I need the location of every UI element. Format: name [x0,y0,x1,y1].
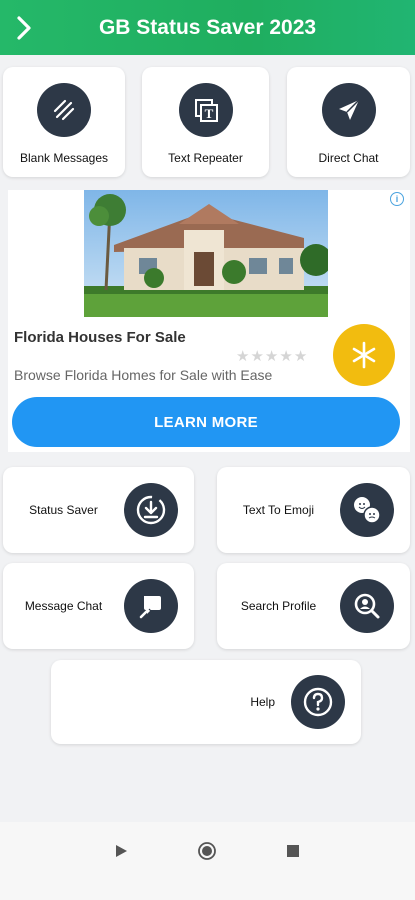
help-card[interactable]: Help [51,660,361,744]
star-icon: ★ [250,348,265,365]
star-icon: ★ [279,348,294,365]
ad-title[interactable]: Florida Houses For Sale [14,329,186,346]
message-chat-label: Message Chat [24,599,103,613]
page-title: GB Status Saver 2023 [98,15,317,39]
app-header: GB Status Saver 2023 [0,0,415,55]
system-nav-bar [0,822,415,900]
nav-home-button[interactable] [192,836,222,866]
help-label: Help [250,695,275,709]
search-profile-icon [340,579,394,633]
ad-banner[interactable]: i Florida Houses For Sale ★★★★★ Browse F… [8,190,410,452]
nav-recents-button[interactable] [278,836,308,866]
paper-plane-icon [321,83,376,137]
ad-rating-stars: ★★★★★ [236,347,308,365]
text-repeater-label: Text Repeater [168,151,243,165]
blank-messages-label: Blank Messages [19,151,109,165]
question-icon [291,675,345,729]
download-circle-icon [124,483,178,537]
direct-chat-card[interactable]: Direct Chat [287,67,410,177]
blank-messages-card[interactable]: Blank Messages [3,67,125,177]
recents-square-icon [287,845,299,857]
status-saver-card[interactable]: Status Saver [3,467,194,553]
search-profile-card[interactable]: Search Profile [217,563,410,649]
home-circle-icon [198,842,216,860]
star-icon: ★ [236,348,251,365]
learn-more-button[interactable]: LEARN MORE [12,397,400,447]
direct-chat-label: Direct Chat [318,151,379,165]
chevron-right-icon [17,15,31,40]
status-saver-label: Status Saver [29,503,98,517]
emoji-icon [340,483,394,537]
svg-text:T: T [204,106,213,121]
text-to-emoji-card[interactable]: Text To Emoji [217,467,410,553]
message-chat-card[interactable]: Message Chat [3,563,194,649]
back-triangle-icon [116,845,127,857]
text-frame-icon: T [178,83,233,137]
ad-logo[interactable] [333,324,395,386]
back-button[interactable] [0,0,48,55]
chat-edit-icon [124,579,178,633]
star-icon: ★ [264,348,280,365]
star-icon: ★ [293,348,309,365]
nav-back-button[interactable] [106,836,136,866]
ad-description: Browse Florida Homes for Sale with Ease [14,367,273,383]
ad-house-image [84,190,328,317]
info-icon[interactable]: i [390,192,404,206]
slashes-icon [37,83,91,137]
text-to-emoji-label: Text To Emoji [242,503,315,517]
text-repeater-card[interactable]: T Text Repeater [142,67,269,177]
search-profile-label: Search Profile [240,599,317,613]
